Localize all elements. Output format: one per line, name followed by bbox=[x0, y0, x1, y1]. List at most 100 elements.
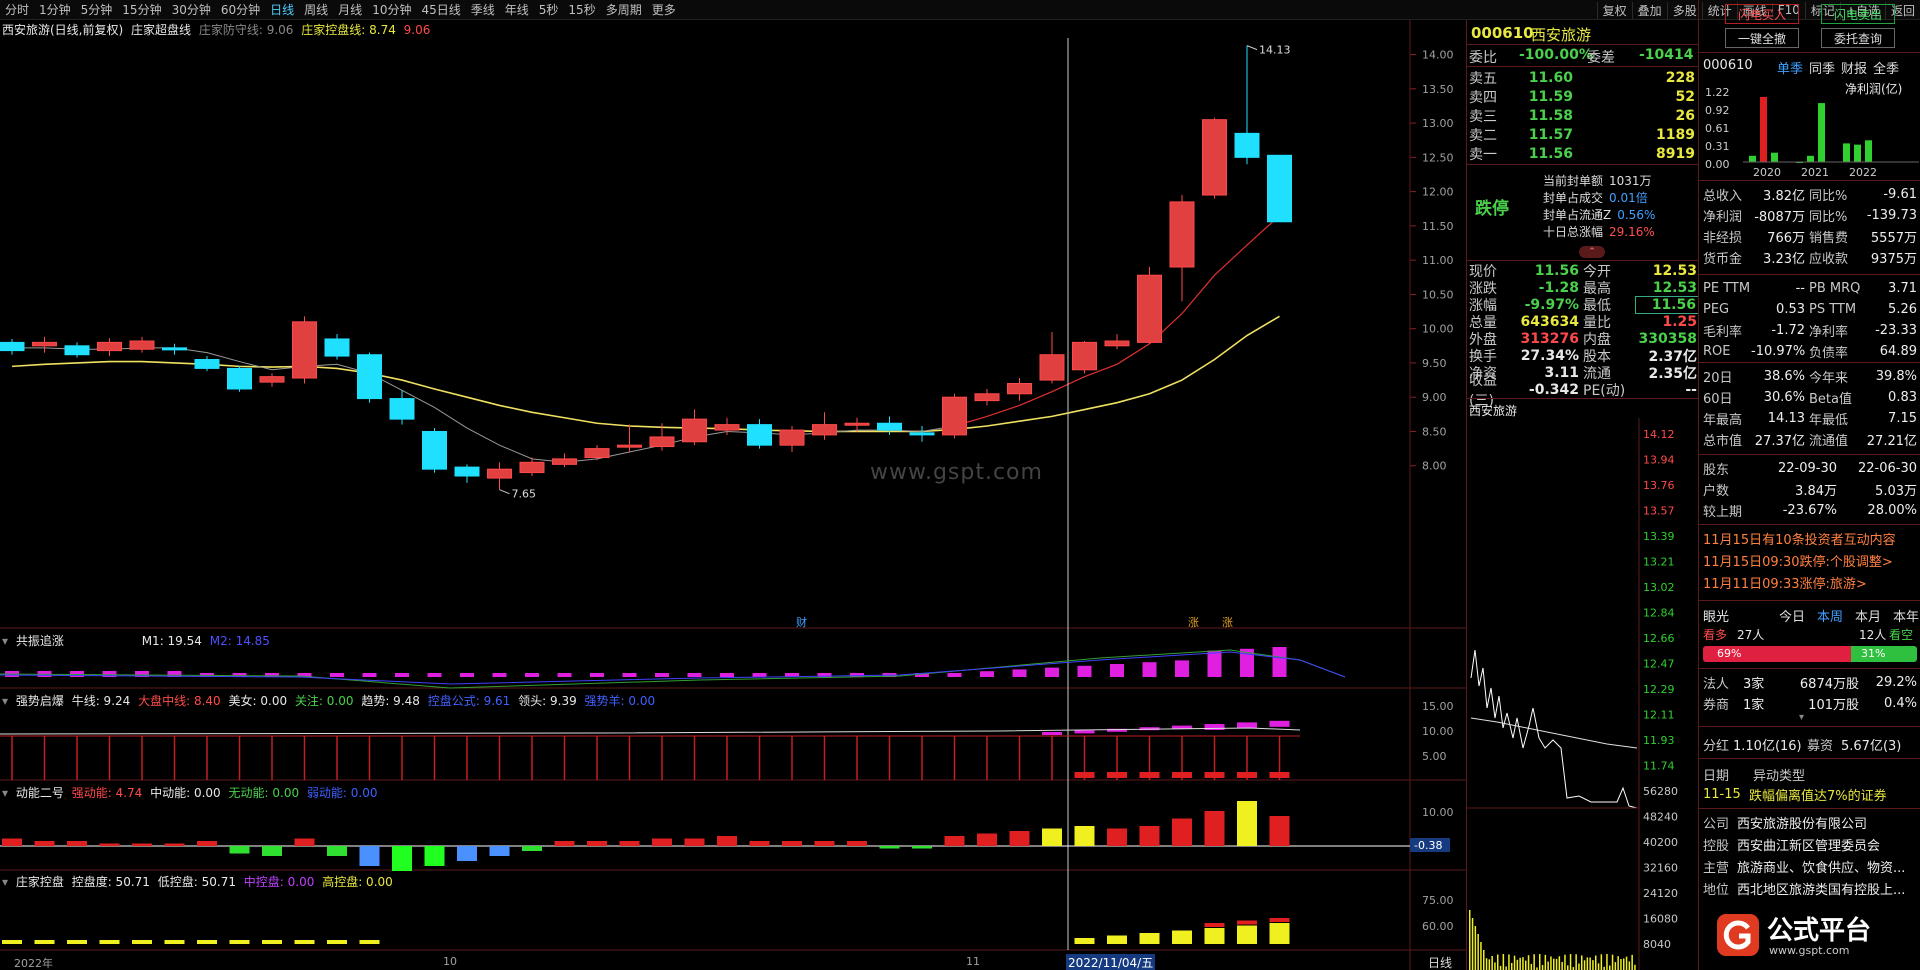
flash-buy-button[interactable]: 闪电买入 bbox=[1725, 4, 1799, 24]
candle-body[interactable] bbox=[32, 341, 57, 347]
candle-body[interactable] bbox=[519, 461, 545, 474]
candle-body[interactable] bbox=[1039, 354, 1065, 381]
period-tab[interactable]: 60分钟 bbox=[216, 1, 265, 18]
ask-row[interactable]: 卖五 11.60 228 bbox=[1467, 68, 1699, 87]
kline-chart-area[interactable]: 14.00 13.50 13.00 12.50 12.00 11.50 11.00 10.50… bbox=[0, 20, 1466, 970]
candle-body[interactable] bbox=[909, 432, 935, 436]
candle-body[interactable] bbox=[454, 466, 480, 477]
candle-body[interactable] bbox=[1137, 274, 1162, 343]
candle-body[interactable] bbox=[747, 424, 772, 446]
candle-body[interactable] bbox=[552, 458, 577, 465]
eye-tab[interactable]: 今日 bbox=[1779, 606, 1805, 625]
news-item[interactable]: 11月15日09:30跌停:个股调整> bbox=[1703, 550, 1917, 570]
period-tab[interactable]: 10分钟 bbox=[367, 1, 416, 18]
sub3-name[interactable]: 动能二号 bbox=[16, 786, 64, 800]
sub2-name[interactable]: 强势启爆 bbox=[16, 694, 64, 708]
candle-body[interactable] bbox=[1072, 341, 1097, 371]
candle-body[interactable] bbox=[974, 393, 1000, 402]
period-tab[interactable]: 日线 bbox=[265, 1, 299, 18]
candle-body[interactable] bbox=[1169, 201, 1195, 268]
collapse-toggle-icon[interactable]: ⌃ bbox=[1579, 246, 1605, 258]
candle-body[interactable] bbox=[877, 422, 902, 431]
fin-tab[interactable]: 全季 bbox=[1873, 58, 1899, 77]
sub1-name[interactable]: 共振追涨 bbox=[16, 634, 64, 648]
fin-tab[interactable]: 同季 bbox=[1809, 58, 1835, 77]
eye-tab[interactable]: 本周 bbox=[1817, 606, 1843, 625]
sub4-collapse-icon[interactable]: ▾ bbox=[2, 875, 8, 889]
fin-tab[interactable]: 单季 bbox=[1777, 58, 1803, 77]
candle-body[interactable] bbox=[1202, 119, 1227, 196]
ask-row[interactable]: 卖三 11.58 26 bbox=[1467, 106, 1699, 125]
eye-tab[interactable]: 本月 bbox=[1855, 606, 1881, 625]
period-tab[interactable]: 分时 bbox=[0, 1, 34, 18]
candle-body[interactable] bbox=[227, 367, 252, 390]
period-tab[interactable]: 30分钟 bbox=[167, 1, 216, 18]
period-tab[interactable]: 多周期 bbox=[601, 1, 647, 18]
candle-body[interactable] bbox=[292, 321, 317, 379]
candle-body[interactable] bbox=[64, 345, 90, 356]
cancel-all-button[interactable]: 一键全撤 bbox=[1725, 28, 1799, 48]
candle-body[interactable] bbox=[194, 359, 220, 369]
candle-body[interactable] bbox=[584, 448, 610, 459]
candle-body[interactable] bbox=[649, 436, 675, 448]
sub1-collapse-icon[interactable]: ▾ bbox=[2, 634, 8, 648]
candle-body[interactable] bbox=[389, 398, 415, 420]
eye-tab[interactable]: 本年 bbox=[1893, 606, 1919, 625]
candle-body[interactable] bbox=[942, 396, 967, 436]
candle-body[interactable] bbox=[1234, 132, 1260, 158]
candle-body[interactable] bbox=[617, 444, 642, 448]
candle-body[interactable] bbox=[97, 341, 122, 352]
finance-marker[interactable]: 财 bbox=[796, 615, 807, 629]
toolbar-button[interactable]: 复权 bbox=[1596, 1, 1632, 19]
sub4-name[interactable]: 庄家控盘 bbox=[16, 875, 64, 889]
news-item[interactable]: 11月11日09:33涨停:旅游> bbox=[1703, 572, 1917, 592]
mini-intraday-chart[interactable]: 14.12 13.94 13.76 13.57 13.39 13.21 13.02 12.84… bbox=[1467, 418, 1699, 970]
candle-body[interactable] bbox=[259, 376, 285, 383]
ask-row[interactable]: 卖二 11.57 1189 bbox=[1467, 125, 1699, 144]
period-tab[interactable]: 15秒 bbox=[563, 1, 600, 18]
order-query-button[interactable]: 委托查询 bbox=[1821, 28, 1895, 48]
candle-body[interactable] bbox=[1007, 383, 1032, 395]
candle-body[interactable] bbox=[812, 424, 837, 436]
period-label[interactable]: 日线 bbox=[1428, 954, 1452, 970]
news-item[interactable]: 11月15日有10条投资者互动内容 bbox=[1703, 528, 1917, 548]
toolbar-button[interactable]: 叠加 bbox=[1631, 1, 1667, 19]
candle-body[interactable] bbox=[422, 430, 447, 470]
ask-row[interactable]: 卖四 11.59 52 bbox=[1467, 87, 1699, 106]
candle-body[interactable] bbox=[324, 338, 350, 357]
period-tab[interactable]: 15分钟 bbox=[117, 1, 166, 18]
period-tab[interactable]: 季线 bbox=[466, 1, 500, 18]
candle-body[interactable] bbox=[0, 341, 25, 352]
toolbar-button[interactable]: 多股 bbox=[1666, 1, 1702, 19]
candle-body[interactable] bbox=[129, 340, 155, 350]
candle-body[interactable] bbox=[1104, 340, 1130, 347]
sub2-collapse-icon[interactable]: ▾ bbox=[2, 694, 8, 708]
period-tab[interactable]: 年线 bbox=[500, 1, 534, 18]
period-tab[interactable]: 月线 bbox=[333, 1, 367, 18]
candle-body[interactable] bbox=[357, 354, 382, 400]
expand-icon[interactable]: ▾ bbox=[1799, 712, 1804, 723]
candle-body[interactable] bbox=[779, 429, 805, 446]
profit-bar-chart[interactable]: 1.22 0.92 0.61 0.31 0.00 2020 2021 2022 bbox=[1699, 78, 1920, 178]
rise-marker[interactable]: 涨 bbox=[1188, 616, 1199, 629]
fin-tab[interactable]: 财报 bbox=[1841, 58, 1867, 77]
inst-value: 101万股 bbox=[1808, 697, 1859, 713]
sub3-collapse-icon[interactable]: ▾ bbox=[2, 786, 8, 800]
period-tab[interactable]: 周线 bbox=[299, 1, 333, 18]
candle-body[interactable] bbox=[487, 468, 512, 479]
period-tab[interactable]: 5秒 bbox=[534, 1, 564, 18]
period-tab[interactable]: 5分钟 bbox=[76, 1, 118, 18]
flash-sell-button[interactable]: 闪电卖出 bbox=[1821, 4, 1895, 24]
candle-body[interactable] bbox=[844, 422, 870, 426]
ask-row[interactable]: 卖一 11.56 8919 bbox=[1467, 144, 1699, 163]
candle-body[interactable] bbox=[162, 347, 187, 351]
ask-volume: 228 bbox=[1665, 69, 1695, 86]
candle-body[interactable] bbox=[682, 418, 707, 443]
period-tab[interactable]: 更多 bbox=[647, 1, 681, 18]
rise-marker[interactable]: 涨 bbox=[1222, 616, 1233, 629]
period-tab[interactable]: 45日线 bbox=[416, 1, 465, 18]
anomaly-row[interactable]: 11-15 跌幅偏离值达7%的证券 bbox=[1703, 784, 1917, 804]
candle-body[interactable] bbox=[714, 424, 740, 431]
candle-body[interactable] bbox=[1267, 154, 1292, 223]
period-tab[interactable]: 1分钟 bbox=[34, 1, 76, 18]
